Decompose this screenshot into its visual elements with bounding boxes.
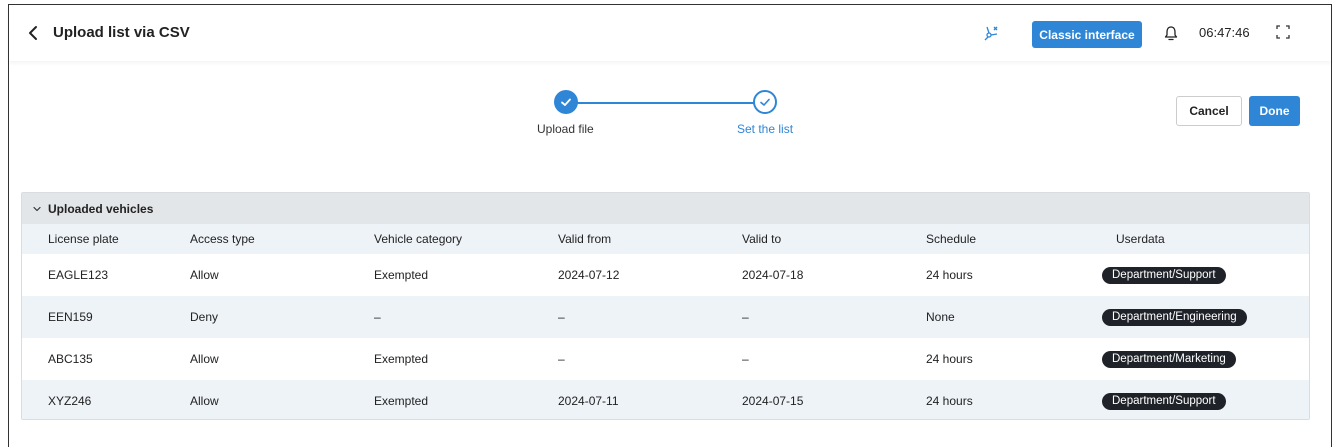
cell-userdata: Department/Support — [1102, 380, 1309, 419]
check-icon — [760, 98, 770, 106]
uploaded-vehicles-panel: Uploaded vehicles License plate Access t… — [21, 192, 1310, 420]
step-set-list-label[interactable]: Set the list — [737, 122, 793, 136]
cell-valid-from: 2024-07-12 — [558, 268, 620, 282]
step-set-list-indicator — [753, 90, 777, 114]
bell-icon[interactable] — [1162, 24, 1180, 42]
cell-valid-to: 2024-07-18 — [742, 268, 804, 282]
column-header-userdata: Userdata — [1102, 224, 1309, 254]
column-header-valid-to: Valid to — [742, 224, 926, 254]
cell-vehicle-category: Exempted — [374, 352, 429, 366]
userdata-tag: Department/Marketing — [1102, 350, 1236, 368]
cell-license-plate: ABC135 — [48, 352, 93, 366]
uploaded-vehicles-toggle[interactable]: Uploaded vehicles — [22, 193, 1309, 224]
cell-vehicle-category: Exempted — [374, 268, 429, 282]
column-header-schedule: Schedule — [926, 224, 1102, 254]
cell-access-type: Allow — [190, 352, 219, 366]
page-title: Upload list via CSV — [53, 24, 190, 41]
cell-license-plate: EAGLE123 — [48, 268, 109, 282]
cell-access-type: Allow — [190, 268, 219, 282]
app-window: Upload list via CSV Classic interface 06… — [8, 4, 1332, 447]
cell-schedule: 24 hours — [926, 380, 1102, 419]
cell-schedule: 24 hours — [926, 268, 973, 282]
step-upload-file-indicator — [554, 90, 578, 114]
column-header-license-plate: License plate — [22, 224, 190, 254]
vehicles-table: License plate Access type Vehicle catego… — [22, 224, 1309, 419]
cell-valid-from: 2024-07-11 — [558, 380, 742, 419]
top-bar: Upload list via CSV Classic interface 06… — [9, 5, 1331, 61]
column-header-vehicle-category: Vehicle category — [374, 224, 558, 254]
back-arrow-icon[interactable] — [26, 23, 40, 43]
column-header-access-type: Access type — [190, 224, 374, 254]
classic-interface-button[interactable]: Classic interface — [1032, 21, 1142, 48]
column-header-valid-from: Valid from — [558, 224, 742, 254]
section-title: Uploaded vehicles — [48, 201, 154, 216]
step-upload-file-label[interactable]: Upload file — [537, 122, 594, 136]
table-header-row: License plate Access type Vehicle catego… — [22, 224, 1309, 254]
table-row[interactable]: EEN159 Deny – – – None Department/Engine… — [22, 296, 1309, 338]
cell-userdata: Department/Engineering — [1102, 296, 1309, 338]
cell-valid-to: – — [742, 352, 749, 366]
check-icon — [561, 98, 571, 106]
cell-schedule: None — [926, 296, 1102, 338]
wizard-stepper: Upload file Set the list — [537, 89, 829, 149]
cell-vehicle-category: Exempted — [374, 380, 558, 419]
clock-time: 06:47:46 — [1199, 25, 1250, 40]
cell-license-plate: EEN159 — [22, 296, 190, 338]
cell-valid-from: – — [558, 296, 742, 338]
fullscreen-icon[interactable] — [1276, 25, 1290, 39]
table-row[interactable]: EAGLE123 Allow Exempted 2024-07-12 2024-… — [22, 254, 1309, 296]
userdata-tag: Department/Support — [1102, 392, 1226, 410]
chevron-down-icon — [33, 206, 41, 211]
cell-access-type: Deny — [190, 296, 374, 338]
cell-valid-to: – — [742, 296, 926, 338]
userdata-tag: Department/Support — [1102, 266, 1226, 284]
cell-userdata: Department/Marketing — [1102, 338, 1309, 380]
cell-vehicle-category: – — [374, 296, 558, 338]
cell-valid-from: – — [558, 352, 565, 366]
cell-valid-to: 2024-07-15 — [742, 380, 926, 419]
userdata-tag: Department/Engineering — [1102, 308, 1247, 326]
cell-access-type: Allow — [190, 380, 374, 419]
table-row[interactable]: ABC135 Allow Exempted – – 24 hours Depar… — [22, 338, 1309, 380]
stepper-connector — [575, 102, 771, 104]
sparkle-fan-icon[interactable] — [981, 23, 1001, 43]
cell-schedule: 24 hours — [926, 352, 973, 366]
cell-userdata: Department/Support — [1102, 254, 1309, 296]
cell-license-plate: XYZ246 — [22, 380, 190, 419]
done-button[interactable]: Done — [1249, 96, 1300, 126]
cancel-button[interactable]: Cancel — [1176, 96, 1242, 126]
table-row[interactable]: XYZ246 Allow Exempted 2024-07-11 2024-07… — [22, 380, 1309, 419]
